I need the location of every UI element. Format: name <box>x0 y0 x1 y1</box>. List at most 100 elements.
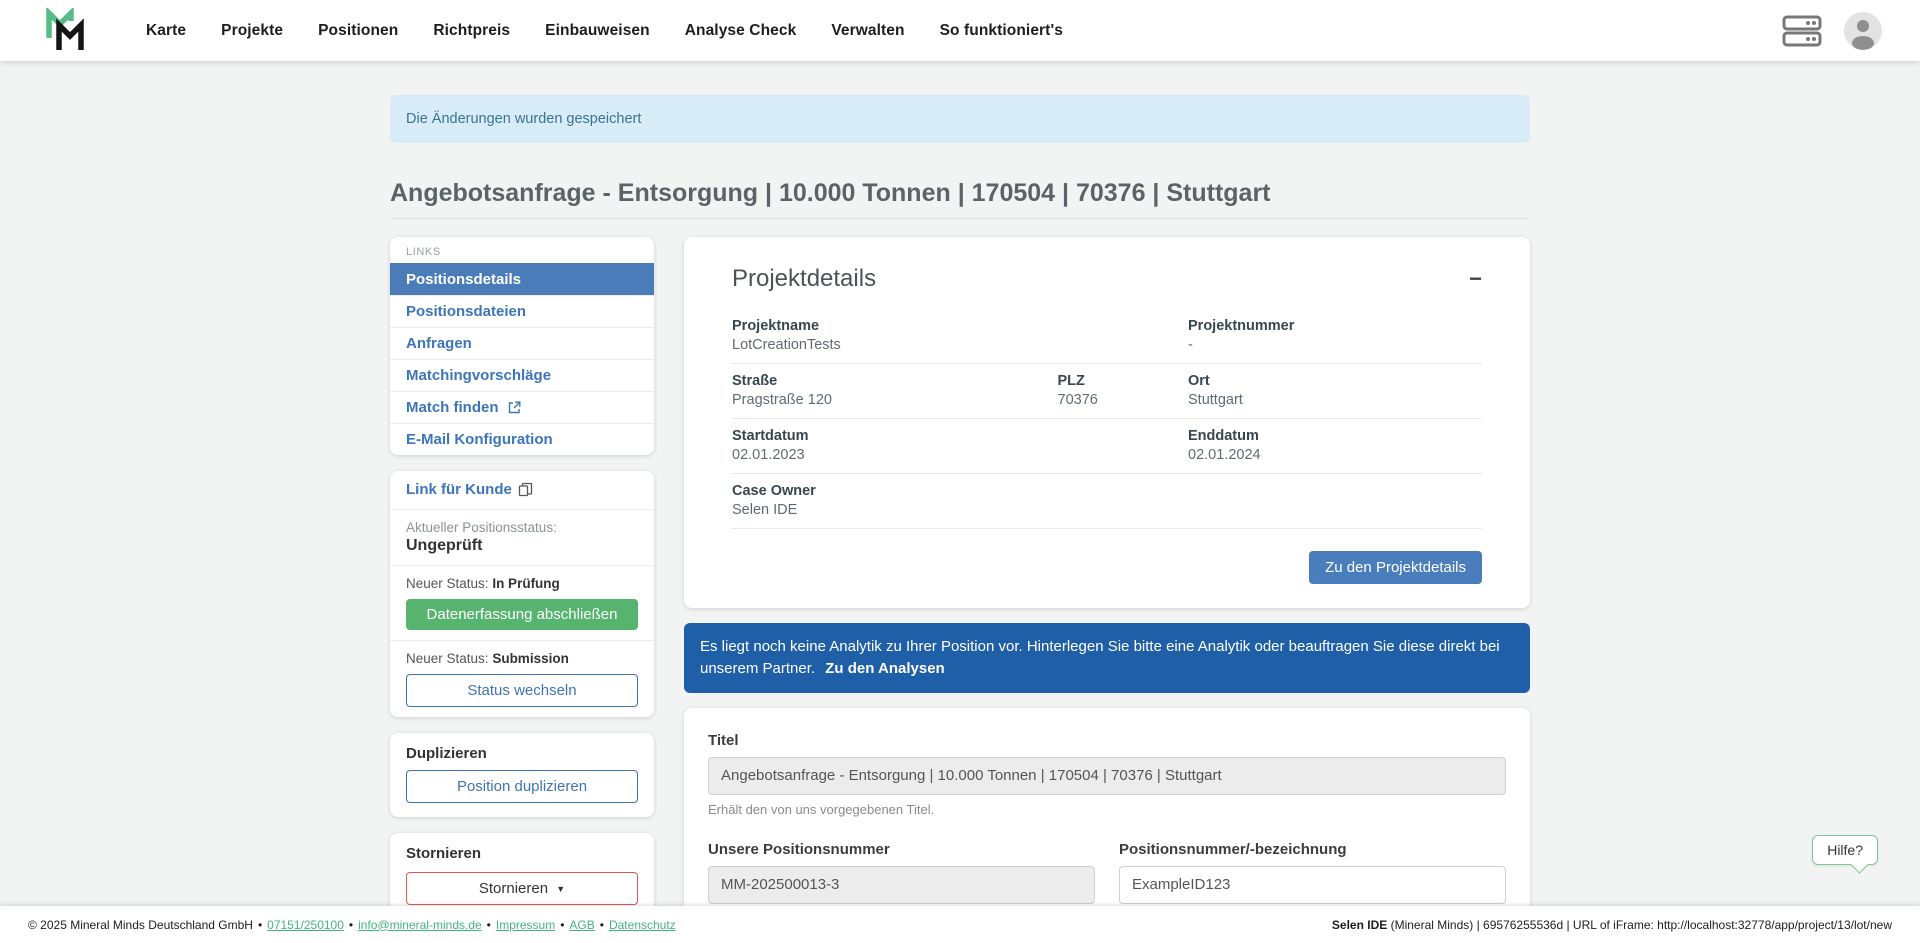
footer-datenschutz-link[interactable]: Datenschutz <box>609 918 676 932</box>
customer-link-section: Link für Kunde <box>390 471 654 509</box>
sidebar-item-matchingvorschlaege[interactable]: Matchingvorschläge <box>390 359 654 391</box>
alert-text: Die Änderungen wurden gespeichert <box>406 111 641 127</box>
new-status-line: Neuer Status: In Prüfung <box>406 576 638 591</box>
project-details-card: Projektdetails − Projektname LotCreation… <box>684 237 1530 608</box>
field-projektname: Projektname LotCreationTests <box>732 318 1188 353</box>
footer-left: © 2025 Mineral Minds Deutschland GmbH • … <box>28 918 676 932</box>
cancel-dropdown-button[interactable]: Stornieren ▼ <box>406 872 638 905</box>
customer-link-label: Link für Kunde <box>406 481 512 498</box>
our-position-number-input <box>708 866 1095 904</box>
nav-item-projekte[interactable]: Projekte <box>221 22 283 40</box>
new-status-section-2: Neuer Status: Submission Status wechseln <box>390 640 654 717</box>
field-ort: Ort Stuttgart <box>1188 373 1482 408</box>
footer-phone-link[interactable]: 07151/250100 <box>267 918 344 932</box>
success-alert: Die Änderungen wurden gespeichert <box>390 95 1530 143</box>
new-status-value: In Prüfung <box>492 576 560 591</box>
complete-data-entry-button[interactable]: Datenerfassung abschließen <box>406 599 638 630</box>
field-plz: PLZ 70376 <box>1058 373 1189 408</box>
project-row-3: Startdatum 02.01.2023 Enddatum 02.01.202… <box>732 419 1482 474</box>
footer-impressum-link[interactable]: Impressum <box>496 918 555 932</box>
new-status-label: Neuer Status: <box>406 576 489 591</box>
nav-item-einbauweisen[interactable]: Einbauweisen <box>545 22 650 40</box>
project-details-header: Projektdetails − <box>732 265 1482 293</box>
sidebar-item-label: Positionsdetails <box>406 271 521 288</box>
footer-copyright: © 2025 Mineral Minds Deutschland GmbH <box>28 918 253 932</box>
sidebar-item-label: Anfragen <box>406 335 472 352</box>
field-label: Ort <box>1188 373 1482 389</box>
project-row-2: Straße Pragstraße 120 PLZ 70376 Ort Stut… <box>732 364 1482 419</box>
nav-right <box>1782 12 1882 50</box>
footer-separator: • <box>487 918 491 932</box>
field-startdatum: Startdatum 02.01.2023 <box>732 428 1188 463</box>
user-avatar[interactable] <box>1844 12 1882 50</box>
footer-agb-link[interactable]: AGB <box>569 918 594 932</box>
main-nav: Karte Projekte Positionen Richtpreis Ein… <box>146 22 1063 40</box>
sidebar-item-anfragen[interactable]: Anfragen <box>390 327 654 359</box>
field-value: - <box>1188 337 1482 353</box>
footer-bar: © 2025 Mineral Minds Deutschland GmbH • … <box>0 906 1920 943</box>
page-container: Die Änderungen wurden gespeichert Angebo… <box>390 95 1530 943</box>
custom-position-number-label: Positionsnummer/-bezeichnung <box>1119 841 1347 858</box>
our-position-number-label: Unsere Positionsnummer <box>708 841 890 858</box>
duplicate-position-button[interactable]: Position duplizieren <box>406 770 638 803</box>
duplicate-title: Duplizieren <box>406 745 638 762</box>
nav-item-analyse-check[interactable]: Analyse Check <box>685 22 797 40</box>
go-to-analyses-link[interactable]: Zu den Analysen <box>825 660 944 677</box>
nav-item-richtpreis[interactable]: Richtpreis <box>433 22 510 40</box>
go-to-project-details-button[interactable]: Zu den Projektdetails <box>1309 551 1482 584</box>
field-enddatum: Enddatum 02.01.2024 <box>1188 428 1482 463</box>
footer-session-info: Selen IDE (Mineral Minds) | 69576255536d… <box>1332 918 1892 932</box>
titel-field: Titel Erhält den von uns vorgegebenen Ti… <box>708 732 1506 817</box>
analytics-banner: Es liegt noch keine Analytik zu Ihrer Po… <box>684 623 1530 693</box>
sidebar-item-label: E-Mail Konfiguration <box>406 431 553 448</box>
field-label: Projektname <box>732 318 1188 334</box>
customer-link[interactable]: Link für Kunde <box>406 481 533 498</box>
current-status-label: Aktueller Positionsstatus: <box>406 520 638 535</box>
nav-item-so-funktionierts[interactable]: So funktioniert's <box>940 22 1063 40</box>
new-status-value: Submission <box>492 651 569 666</box>
sidebar-item-label: Matchingvorschläge <box>406 367 551 384</box>
footer-email-link[interactable]: info@mineral-minds.de <box>358 918 482 932</box>
sidebar-item-match-finden[interactable]: Match finden <box>390 391 654 423</box>
titel-input <box>708 757 1506 795</box>
field-label: Enddatum <box>1188 428 1482 444</box>
field-value: 02.01.2023 <box>732 447 1188 463</box>
custom-position-number-input[interactable] <box>1119 866 1506 904</box>
footer-separator: • <box>258 918 262 932</box>
sidebar-item-label: Match finden <box>406 399 499 416</box>
help-button[interactable]: Hilfe? <box>1812 835 1878 865</box>
sidebar-item-positionsdateien[interactable]: Positionsdateien <box>390 295 654 327</box>
switch-status-button[interactable]: Status wechseln <box>406 674 638 707</box>
main-column: Projektdetails − Projektname LotCreation… <box>684 237 1530 943</box>
field-label: Straße <box>732 373 1058 389</box>
field-projektnummer: Projektnummer - <box>1188 318 1482 353</box>
sidebar-item-email-konfiguration[interactable]: E-Mail Konfiguration <box>390 423 654 455</box>
current-status-value: Ungeprüft <box>406 537 638 555</box>
field-value: 70376 <box>1058 392 1189 408</box>
sidebar-item-positionsdetails[interactable]: Positionsdetails <box>390 263 654 295</box>
sidebar-item-label: Positionsdateien <box>406 303 526 320</box>
field-case-owner: Case Owner Selen IDE <box>732 483 1482 518</box>
new-status-section-1: Neuer Status: In Prüfung Datenerfassung … <box>390 565 654 640</box>
footer-session-details: (Mineral Minds) | 69576255536d | URL of … <box>1387 918 1892 932</box>
project-row-1: Projektname LotCreationTests Projektnumm… <box>732 309 1482 364</box>
mineral-minds-logo[interactable] <box>44 8 90 54</box>
footer-user-name: Selen IDE <box>1332 918 1387 932</box>
sidebar-links-card: LINKS Positionsdetails Positionsdateien … <box>390 237 654 455</box>
server-stack-icon[interactable] <box>1782 15 1822 47</box>
field-value: 02.01.2024 <box>1188 447 1482 463</box>
content-row: LINKS Positionsdetails Positionsdateien … <box>390 237 1530 943</box>
nav-item-positionen[interactable]: Positionen <box>318 22 398 40</box>
status-card: Link für Kunde Aktueller Positionsstatus… <box>390 471 654 717</box>
nav-item-verwalten[interactable]: Verwalten <box>831 22 904 40</box>
nav-item-karte[interactable]: Karte <box>146 22 186 40</box>
top-navbar: Karte Projekte Positionen Richtpreis Ein… <box>0 0 1920 61</box>
collapse-icon[interactable]: − <box>1469 268 1482 290</box>
project-row-4: Case Owner Selen IDE <box>732 474 1482 529</box>
new-status-line: Neuer Status: Submission <box>406 651 638 666</box>
cancel-button-label: Stornieren <box>479 880 548 897</box>
sidebar: LINKS Positionsdetails Positionsdateien … <box>390 237 654 919</box>
project-details-footer: Zu den Projektdetails <box>732 551 1482 584</box>
caret-down-icon: ▼ <box>556 884 565 894</box>
logo-icon <box>44 8 90 54</box>
